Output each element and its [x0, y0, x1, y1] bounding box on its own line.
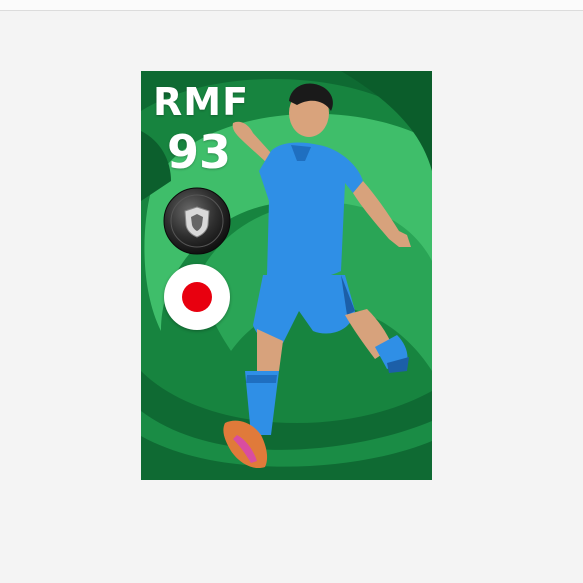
bottom-strip: [0, 574, 583, 583]
player-card[interactable]: RMF 93: [141, 71, 432, 480]
top-divider: [0, 0, 583, 11]
player-image: [223, 83, 411, 469]
